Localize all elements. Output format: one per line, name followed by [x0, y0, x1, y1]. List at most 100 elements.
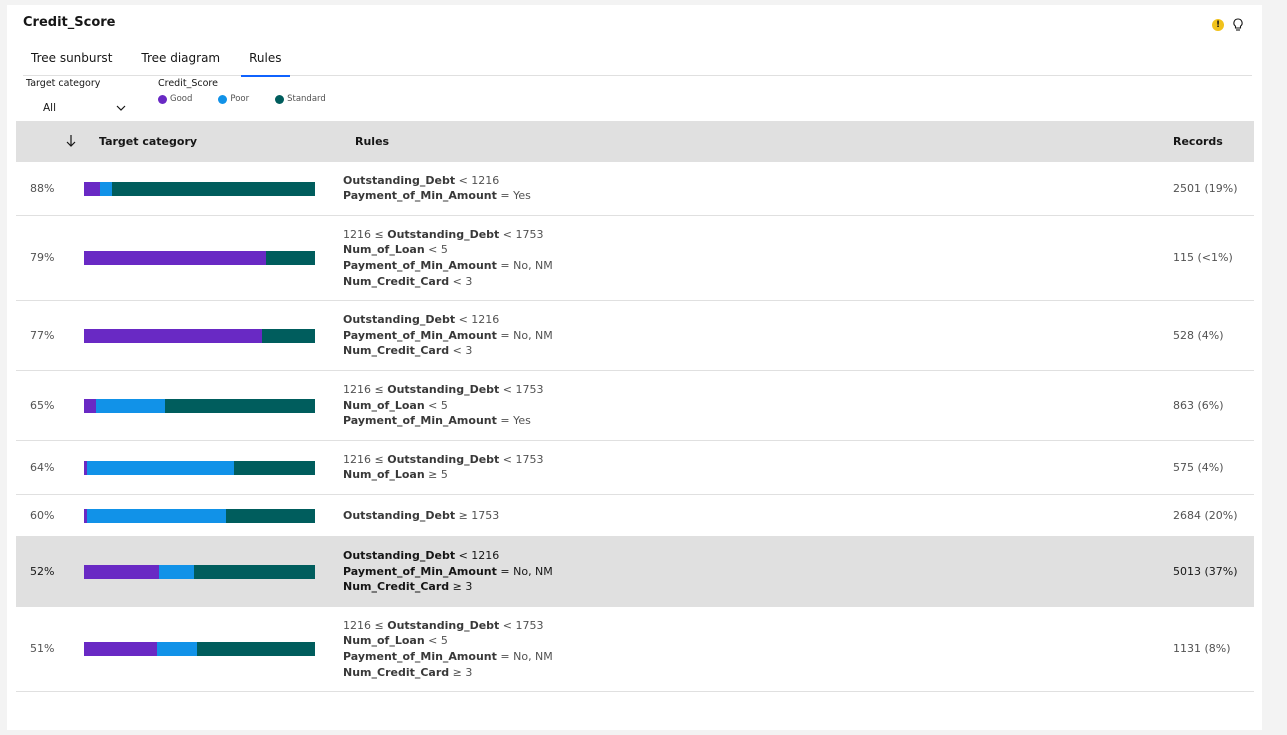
row-records: 863 (6%) — [1173, 398, 1224, 412]
row-percentage: 60% — [30, 508, 55, 522]
rule-lower-bound: 1216 ≤ — [343, 227, 384, 241]
table-row[interactable]: 52% Outstanding_Debt < 1216 Payment_of_Min… — [16, 537, 1254, 607]
legend-label: Poor — [230, 94, 250, 104]
rule-conditions: 1216 ≤ Outstanding_Debt < 1753 Num_of_Loa… — [343, 227, 553, 289]
bar-segment-good — [84, 251, 267, 265]
rule-condition: Num_of_Loan < 5 — [343, 242, 553, 258]
rule-operator-value: < 1753 — [502, 383, 544, 397]
row-percentage: 52% — [30, 564, 55, 578]
rule-field: Payment_of_Min_Amount — [343, 564, 497, 578]
view-tabs: Tree sunburst Tree diagram Rules — [23, 45, 1252, 77]
rule-operator-value: < 3 — [452, 274, 473, 288]
panel-title: Credit_Score — [23, 15, 116, 30]
rule-operator-value: ≥ 1753 — [458, 508, 500, 522]
row-records: 528 (4%) — [1173, 328, 1224, 342]
rule-field: Outstanding_Debt — [387, 227, 500, 241]
rule-condition: Payment_of_Min_Amount = No, NM — [343, 328, 553, 344]
table-row[interactable]: 64% 1216 ≤ Outstanding_Debt < 1753 Num_of_… — [16, 441, 1254, 495]
rule-conditions: 1216 ≤ Outstanding_Debt < 1753 Num_of_Loa… — [343, 452, 544, 483]
rule-condition: 1216 ≤ Outstanding_Debt < 1753 — [343, 227, 553, 243]
legend-item-poor: Poor — [218, 94, 249, 104]
rule-field: Num_of_Loan — [343, 634, 425, 648]
tab-tree-sunburst[interactable]: Tree sunburst — [23, 45, 120, 75]
bar-segment-standard — [261, 328, 315, 343]
warning-icon[interactable]: ! — [1212, 19, 1224, 31]
rule-field: Outstanding_Debt — [343, 508, 456, 522]
lightbulb-icon[interactable] — [1232, 18, 1244, 32]
table-body: 88% Outstanding_Debt < 1216 Payment_of_Min… — [16, 162, 1254, 692]
rule-operator-value: < 1216 — [458, 173, 500, 187]
bar-segment-good — [84, 564, 160, 579]
column-header-target-category[interactable]: Target category — [99, 135, 197, 148]
rules-panel: Credit_Score ! Tree sunburst Tree diagra… — [7, 5, 1262, 730]
row-percentage: 77% — [30, 328, 55, 342]
row-records: 2684 (20%) — [1173, 508, 1238, 522]
bar-segment-good — [84, 398, 96, 413]
table-row[interactable]: 51% 1216 ≤ Outstanding_Debt < 1753 Num_of_… — [16, 607, 1254, 692]
row-percentage: 88% — [30, 181, 55, 195]
rule-lower-bound: 1216 ≤ — [343, 452, 384, 466]
rule-condition: Outstanding_Debt < 1216 — [343, 312, 553, 328]
table-row[interactable]: 77% Outstanding_Debt < 1216 Payment_of_Min… — [16, 301, 1254, 371]
rule-field: Outstanding_Debt — [343, 173, 456, 187]
legend-item-good: Good — [158, 94, 192, 104]
rule-condition: Payment_of_Min_Amount = No, NM — [343, 258, 553, 274]
rule-operator-value: = Yes — [500, 414, 531, 428]
rule-operator-value: ≥ 3 — [452, 580, 473, 594]
table-header: Target category Rules Records — [16, 121, 1254, 162]
rule-operator-value: < 5 — [428, 243, 448, 257]
rule-condition: Payment_of_Min_Amount = No, NM — [343, 564, 553, 580]
bar-segment-poor — [95, 398, 165, 413]
rule-field: Outstanding_Debt — [387, 452, 500, 466]
rule-field: Outstanding_Debt — [387, 618, 500, 632]
rule-operator-value: < 5 — [428, 634, 448, 648]
bar-segment-standard — [193, 564, 315, 579]
bar-segment-poor — [159, 564, 194, 579]
rule-operator-value: = Yes — [500, 189, 531, 203]
table-row[interactable]: 65% 1216 ≤ Outstanding_Debt < 1753 Num_of_… — [16, 371, 1254, 441]
rule-condition: Outstanding_Debt < 1216 — [343, 548, 553, 564]
tab-tree-diagram[interactable]: Tree diagram — [133, 45, 228, 75]
rules-table: Target category Rules Records 88% Outstan… — [16, 121, 1254, 692]
distribution-bar — [84, 251, 315, 265]
column-header-rules[interactable]: Rules — [355, 135, 389, 148]
chevron-down-icon — [116, 105, 126, 111]
rule-lower-bound: 1216 ≤ — [343, 618, 384, 632]
rule-condition: 1216 ≤ Outstanding_Debt < 1753 — [343, 452, 544, 468]
table-row[interactable]: 60% Outstanding_Debt ≥ 1753 2684 (20%) — [16, 495, 1254, 537]
rule-field: Payment_of_Min_Amount — [343, 414, 497, 428]
legend-label: Good — [170, 94, 193, 104]
table-row[interactable]: 88% Outstanding_Debt < 1216 Payment_of_Min… — [16, 162, 1254, 216]
legend-swatch — [218, 94, 228, 104]
bar-segment-standard — [164, 398, 315, 413]
rule-field: Num_Credit_Card — [343, 274, 450, 288]
bar-segment-standard — [266, 251, 315, 265]
rule-field: Outstanding_Debt — [343, 313, 456, 327]
rule-field: Outstanding_Debt — [343, 549, 456, 563]
row-records: 1131 (8%) — [1173, 642, 1231, 655]
bar-segment-standard — [111, 181, 315, 196]
tab-rules[interactable]: Rules — [241, 45, 290, 77]
rule-conditions: 1216 ≤ Outstanding_Debt < 1753 Num_of_Loa… — [343, 382, 544, 429]
bar-segment-good — [84, 642, 157, 656]
rule-condition: Payment_of_Min_Amount = No, NM — [343, 649, 553, 665]
bar-segment-good — [84, 181, 101, 196]
bar-segment-poor — [87, 460, 235, 475]
table-row[interactable]: 79% 1216 ≤ Outstanding_Debt < 1753 Num_of_… — [16, 216, 1254, 301]
rule-conditions: 1216 ≤ Outstanding_Debt < 1753 Num_of_Loa… — [343, 618, 553, 680]
row-percentage: 51% — [30, 642, 55, 655]
row-percentage: 79% — [30, 251, 55, 264]
rule-lower-bound: 1216 ≤ — [343, 383, 384, 397]
column-header-records[interactable]: Records — [1173, 135, 1223, 148]
rule-operator-value: < 1753 — [502, 227, 544, 241]
row-percentage: 65% — [30, 398, 55, 412]
sort-arrow-down-icon[interactable] — [65, 134, 77, 148]
row-records: 575 (4%) — [1173, 460, 1224, 474]
rule-condition: Num_Credit_Card ≥ 3 — [343, 665, 553, 681]
rule-operator-value: = No, NM — [500, 564, 553, 578]
target-category-dropdown[interactable]: All — [26, 98, 126, 118]
rule-operator-value: < 1753 — [502, 452, 544, 466]
rule-operator-value: < 5 — [428, 398, 448, 412]
rule-field: Payment_of_Min_Amount — [343, 189, 497, 203]
rule-condition: Num_Credit_Card ≥ 3 — [343, 579, 553, 595]
